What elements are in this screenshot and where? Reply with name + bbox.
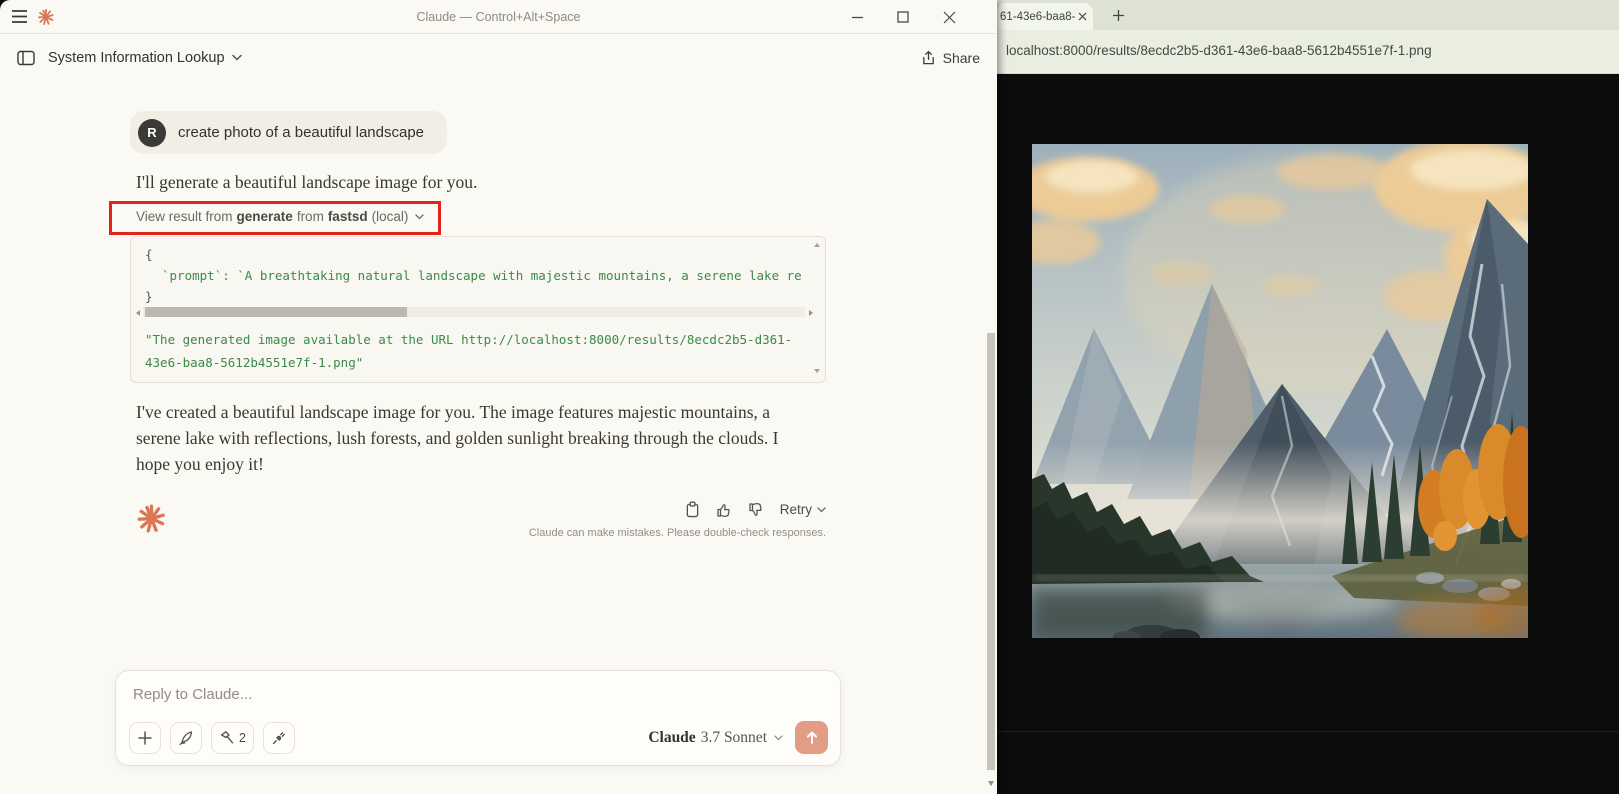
code-line-open: {	[145, 244, 801, 265]
tool-name: generate	[237, 209, 293, 224]
composer: Reply to Claude... 2 Claude 3.7 Sonnet	[115, 670, 841, 766]
message-actions: Retry	[130, 501, 826, 518]
user-message: R create photo of a beautiful landscape	[130, 111, 447, 154]
chevron-down-icon	[415, 214, 424, 220]
claude-logo-icon	[37, 8, 55, 26]
tools-button[interactable]: 2	[211, 722, 254, 754]
maximize-button[interactable]	[895, 9, 911, 25]
tab-close-icon[interactable]	[1078, 12, 1087, 21]
code-line-close: }	[145, 286, 801, 307]
horizontal-scrollbar[interactable]	[143, 307, 805, 317]
model-selector[interactable]: Claude 3.7 Sonnet	[648, 729, 783, 747]
connector-plug-icon	[271, 730, 287, 746]
tools-count: 2	[239, 731, 246, 745]
minimize-button[interactable]	[849, 9, 865, 25]
browser-window: 61-43e6-baa8-561 localhost:8000/results/…	[997, 0, 1619, 794]
code-line-prompt: `prompt`: `A breathtaking natural landsc…	[145, 265, 801, 286]
thumbs-up-icon[interactable]	[716, 502, 732, 518]
horizontal-scrollbar-thumb[interactable]	[145, 307, 407, 317]
connector-button[interactable]	[263, 722, 295, 754]
scroll-right-arrow[interactable]	[809, 310, 813, 316]
titlebar: Claude — Control+Alt+Space	[0, 0, 997, 34]
quill-icon	[178, 730, 194, 746]
assistant-response-text: I've created a beautiful landscape image…	[136, 399, 804, 477]
chat-scrollbar[interactable]	[987, 333, 995, 770]
share-icon	[921, 50, 936, 66]
tool-result-prefix: View result from	[136, 209, 233, 224]
conversation-title[interactable]: System Information Lookup	[48, 50, 225, 66]
browser-tab-strip: 61-43e6-baa8-561	[997, 0, 1619, 30]
claude-app-window: Claude — Control+Alt+Space System Inform…	[0, 0, 997, 794]
viewport-divider	[997, 731, 1619, 732]
share-button[interactable]: Share	[921, 50, 980, 66]
chevron-down-icon[interactable]	[232, 54, 242, 61]
arrow-up-icon	[805, 730, 819, 745]
disclaimer-text: Claude can make mistakes. Please double-…	[130, 527, 826, 539]
scroll-up-arrow[interactable]	[814, 243, 820, 247]
send-button[interactable]	[795, 721, 828, 754]
close-button[interactable]	[941, 9, 957, 25]
chevron-down-icon	[817, 507, 826, 513]
address-bar[interactable]: localhost:8000/results/8ecdc2b5-d361-43e…	[1006, 43, 1432, 58]
window-title: Claude — Control+Alt+Space	[200, 10, 797, 24]
tool-result-toggle[interactable]: View result from generate from fastsd (l…	[136, 209, 424, 224]
tool-result-panel: { `prompt`: `A breathtaking natural land…	[130, 236, 826, 383]
tool-result-string: "The generated image available at the UR…	[145, 329, 821, 374]
retry-button[interactable]: Retry	[780, 502, 826, 517]
conversation-header: System Information Lookup Share	[0, 34, 997, 81]
user-message-text: create photo of a beautiful landscape	[178, 124, 424, 141]
share-label: Share	[943, 50, 980, 66]
assistant-intro-text: I'll generate a beautiful landscape imag…	[136, 172, 477, 193]
scroll-left-arrow[interactable]	[136, 310, 140, 316]
tool-server-name: fastsd	[328, 209, 368, 224]
sidebar-toggle-icon[interactable]	[17, 50, 35, 66]
style-button[interactable]	[170, 722, 202, 754]
thumbs-down-icon[interactable]	[748, 502, 764, 518]
chat-scroll-down-arrow[interactable]	[988, 781, 994, 786]
copy-icon[interactable]	[685, 501, 700, 518]
tool-result-middle: from	[297, 209, 324, 224]
browser-tab[interactable]: 61-43e6-baa8-561	[997, 3, 1093, 30]
retry-label: Retry	[780, 502, 812, 517]
landscape-image	[1032, 144, 1528, 638]
attach-button[interactable]	[129, 722, 161, 754]
model-name: Claude	[648, 729, 695, 747]
chevron-down-icon	[774, 735, 783, 741]
browser-tab-title: 61-43e6-baa8-561	[1000, 11, 1075, 23]
new-tab-button[interactable]	[1107, 4, 1129, 26]
browser-toolbar: localhost:8000/results/8ecdc2b5-d361-43e…	[997, 30, 1619, 74]
reply-input[interactable]: Reply to Claude...	[133, 686, 252, 703]
menu-icon[interactable]	[11, 9, 28, 24]
plus-icon	[138, 731, 152, 745]
avatar: R	[138, 119, 166, 147]
tools-hammer-icon	[219, 730, 235, 746]
model-version: 3.7 Sonnet	[701, 729, 767, 747]
tool-result-suffix: (local)	[372, 209, 409, 224]
browser-viewport	[997, 74, 1619, 794]
